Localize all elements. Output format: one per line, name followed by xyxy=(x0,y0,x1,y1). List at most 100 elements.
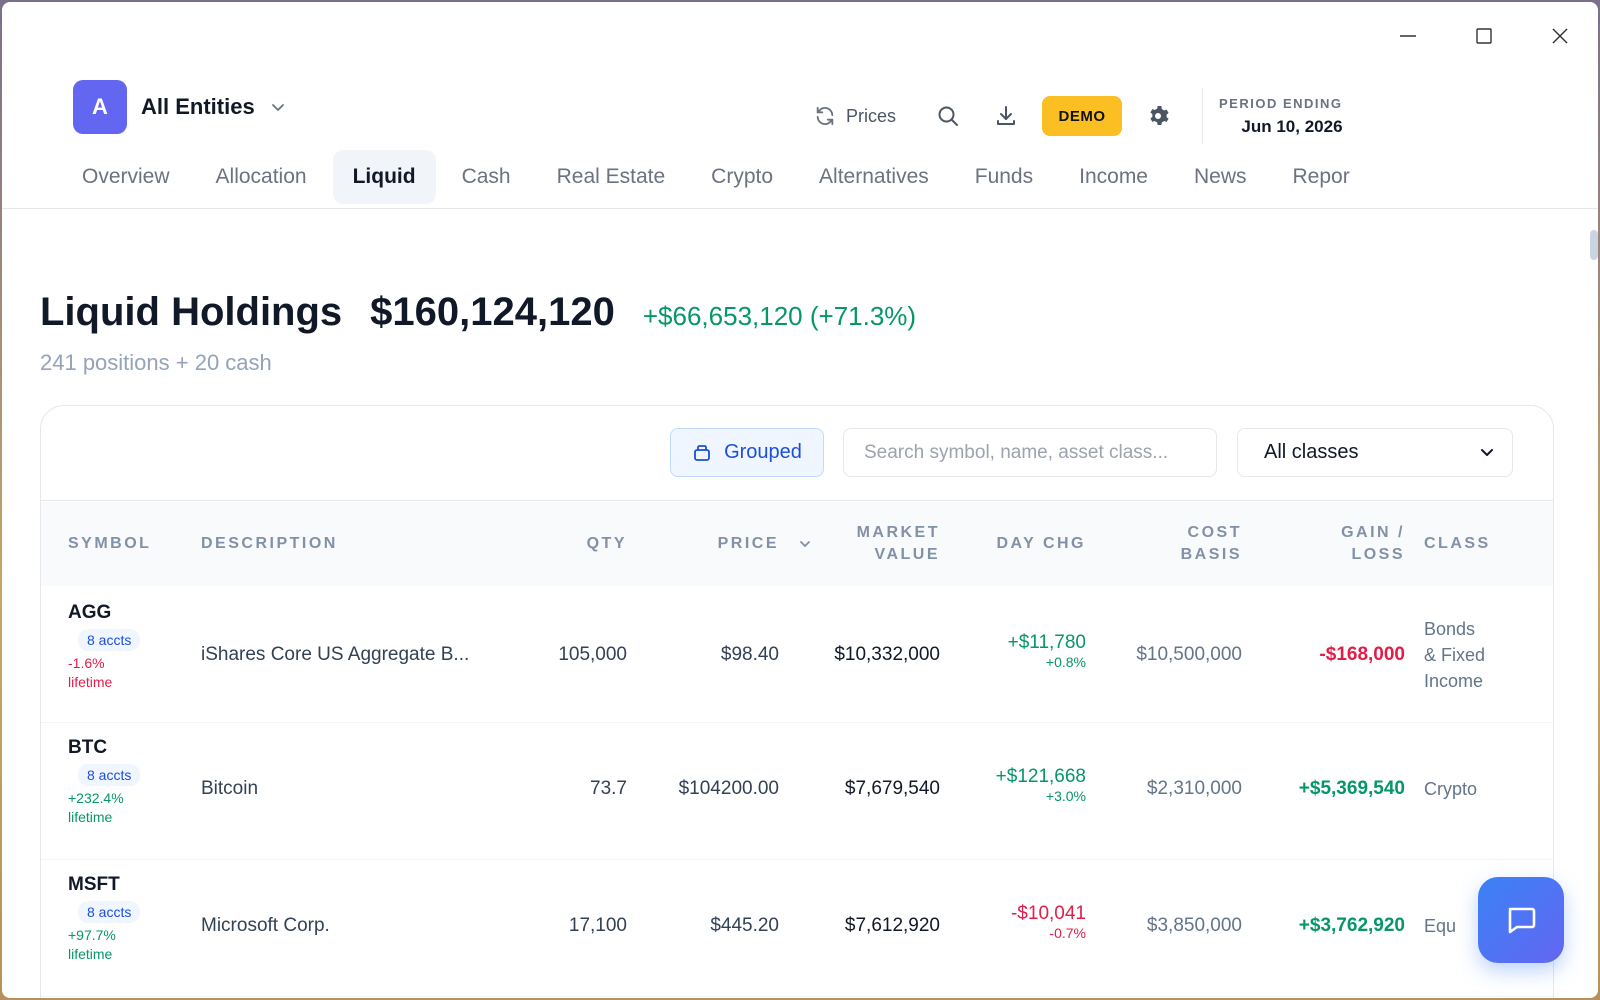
price-cell: $104200.00 xyxy=(678,778,779,799)
lifetime-pct: -1.6% xyxy=(68,655,105,671)
header-gain-loss-line1: GAIN / xyxy=(1341,524,1405,541)
chevron-down-icon xyxy=(1481,448,1493,456)
header-day-chg[interactable]: DAY CHG xyxy=(996,533,1086,555)
accounts-badge[interactable]: 8 accts xyxy=(78,901,141,923)
maximize-button[interactable] xyxy=(1446,16,1522,56)
tab-income[interactable]: Income xyxy=(1059,150,1168,204)
total-change: +$66,653,120 (+71.3%) xyxy=(642,301,917,331)
lifetime-label: lifetime xyxy=(68,674,113,690)
header-divider xyxy=(1202,88,1204,144)
cost-basis-cell: $3,850,000 xyxy=(1146,915,1242,936)
class-line3: Income xyxy=(1424,671,1484,691)
accounts-badge[interactable]: 8 accts xyxy=(78,764,141,786)
search-input[interactable] xyxy=(843,428,1217,477)
prices-button[interactable]: Prices xyxy=(814,105,896,127)
price-cell: $98.40 xyxy=(720,644,779,665)
class-filter-value: All classes xyxy=(1264,441,1359,463)
day-change-pct: +0.8% xyxy=(1045,654,1086,670)
chat-button[interactable] xyxy=(1478,877,1564,963)
prices-label: Prices xyxy=(846,105,897,126)
search-button[interactable] xyxy=(936,104,960,128)
settings-button[interactable] xyxy=(1146,104,1170,128)
gear-icon xyxy=(1150,106,1169,125)
chat-bubble-icon xyxy=(1508,907,1536,934)
symbol: AGG xyxy=(68,602,112,623)
minimize-button[interactable] xyxy=(1370,16,1446,56)
tab-real-estate[interactable]: Real Estate xyxy=(537,150,686,204)
class-line1: Bonds xyxy=(1424,619,1476,639)
symbol-cell: MSFT 8 accts +97.7% lifetime xyxy=(68,874,141,964)
tab-repor[interactable]: Repor xyxy=(1273,150,1370,204)
close-button[interactable] xyxy=(1522,16,1598,56)
entity-avatar: A xyxy=(73,80,127,134)
summary-header: Liquid Holdings $160,124,120 +$66,653,12… xyxy=(40,290,916,335)
description-cell: Microsoft Corp. xyxy=(201,915,330,936)
tab-cash[interactable]: Cash xyxy=(442,150,531,204)
table-header: SYMBOL DESCRIPTION QTY PRICE MARKET VALU… xyxy=(41,502,1553,586)
day-change-cell: +$11,780 +0.8% xyxy=(1008,632,1086,670)
tab-funds[interactable]: Funds xyxy=(955,150,1053,204)
cost-basis-cell: $2,310,000 xyxy=(1146,778,1242,799)
search-icon xyxy=(938,106,959,126)
tab-allocation[interactable]: Allocation xyxy=(196,150,327,204)
accounts-badge[interactable]: 8 accts xyxy=(78,629,141,651)
gain-loss-cell: -$168,000 xyxy=(1319,644,1405,665)
total-value: $160,124,120 xyxy=(370,290,615,334)
grouped-toggle[interactable]: Grouped xyxy=(670,428,824,477)
tab-news[interactable]: News xyxy=(1174,150,1267,204)
class-cell: Equ xyxy=(1424,916,1457,936)
qty-cell: 105,000 xyxy=(558,644,627,665)
window-controls xyxy=(1370,16,1598,56)
lifetime-pct: +97.7% xyxy=(68,927,116,943)
positions-summary: 241 positions + 20 cash xyxy=(40,350,272,375)
header-actions: Prices DEMO PERIOD ENDING Jun 10, 2026 xyxy=(814,88,1343,144)
header-cost-basis-line1: COST xyxy=(1187,524,1242,541)
header-class[interactable]: CLASS xyxy=(1424,533,1491,555)
class-cell: Crypto xyxy=(1424,779,1478,799)
scrollbar-thumb[interactable] xyxy=(1590,230,1598,260)
market-value-cell: $10,332,000 xyxy=(834,644,940,665)
header-price[interactable]: PRICE xyxy=(718,533,779,555)
period-date: Jun 10, 2026 xyxy=(1241,116,1343,136)
header-symbol[interactable]: SYMBOL xyxy=(68,533,151,555)
qty-cell: 73.7 xyxy=(590,778,627,799)
close-icon xyxy=(1552,28,1568,44)
header-gain-loss[interactable]: GAIN / LOSS xyxy=(1341,522,1405,566)
lifetime-label: lifetime xyxy=(68,809,113,825)
class-filter-select[interactable]: All classes xyxy=(1237,428,1513,477)
lifetime-pct: +232.4% xyxy=(68,790,124,806)
table-row[interactable]: BTC 8 accts +232.4% lifetime Bitcoin 73.… xyxy=(41,723,1553,860)
tab-alternatives[interactable]: Alternatives xyxy=(799,150,949,204)
entity-selector[interactable]: A All Entities xyxy=(73,80,287,134)
table-row[interactable]: MSFT 8 accts +97.7% lifetime Microsoft C… xyxy=(41,860,1553,997)
tab-liquid[interactable]: Liquid xyxy=(332,150,436,204)
header-market-value-line1: MARKET xyxy=(856,524,940,541)
description-cell: Bitcoin xyxy=(201,778,259,799)
minimize-icon xyxy=(1400,35,1416,37)
tab-crypto[interactable]: Crypto xyxy=(691,150,793,204)
demo-badge[interactable]: DEMO xyxy=(1042,96,1123,136)
day-change-pct: -0.7% xyxy=(1049,925,1086,941)
table-row[interactable]: AGG 8 accts -1.6% lifetime iShares Core … xyxy=(41,586,1553,723)
header-cost-basis[interactable]: COST BASIS xyxy=(1181,522,1242,566)
day-change-amount: +$11,780 xyxy=(1007,632,1086,653)
day-change-amount: -$10,041 xyxy=(1010,903,1086,924)
download-button[interactable] xyxy=(994,104,1018,128)
header-qty[interactable]: QTY xyxy=(587,533,627,555)
app-window: A All Entities Prices DEMO PERIOD ENDING… xyxy=(2,2,1598,998)
day-change-cell: -$10,041 -0.7% xyxy=(1011,903,1086,941)
gain-loss-cell: +$5,369,540 xyxy=(1298,778,1405,799)
symbol-cell: BTC 8 accts +232.4% lifetime xyxy=(68,737,141,827)
day-change-pct: +3.0% xyxy=(1045,788,1086,804)
header-description[interactable]: DESCRIPTION xyxy=(201,533,338,555)
market-value-cell: $7,679,540 xyxy=(844,778,940,799)
layers-icon xyxy=(694,444,710,461)
gain-loss-cell: +$3,762,920 xyxy=(1298,915,1405,936)
symbol: MSFT xyxy=(68,874,120,895)
symbol: BTC xyxy=(68,737,108,758)
tabs-divider xyxy=(2,208,1598,209)
period-label: PERIOD ENDING xyxy=(1219,95,1343,111)
market-value-cell: $7,612,920 xyxy=(844,915,940,936)
tab-overview[interactable]: Overview xyxy=(62,150,190,204)
header-market-value[interactable]: MARKET VALUE xyxy=(857,522,940,566)
